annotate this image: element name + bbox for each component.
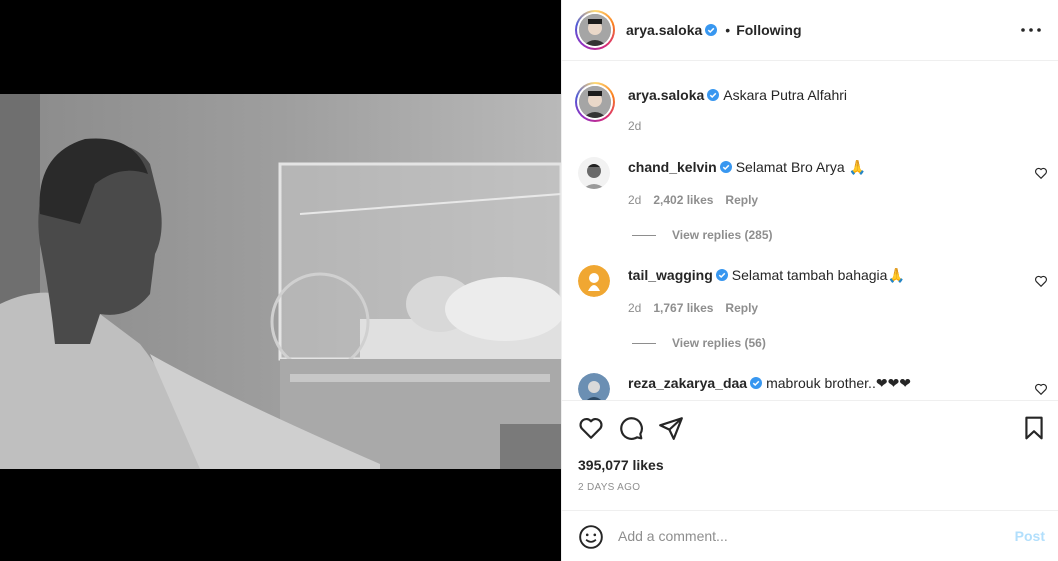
commenter-username[interactable]: chand_kelvin: [628, 159, 717, 175]
comment-input[interactable]: [618, 525, 988, 547]
comment-like-icon[interactable]: [1034, 382, 1048, 396]
heart-icon[interactable]: [578, 415, 604, 441]
comment-item: tail_wagging Selamat tambah bahagia🙏 2d 1,…: [578, 265, 1048, 355]
emoji-icon[interactable]: [578, 524, 604, 550]
commenter-username[interactable]: tail_wagging: [628, 267, 713, 283]
comment-likes[interactable]: 1,767 likes: [653, 301, 713, 315]
comment-like-icon[interactable]: [1034, 166, 1048, 180]
caption: arya.saloka Askara Putra Alfahri 2d: [575, 82, 1048, 142]
reply-button[interactable]: Reply: [725, 193, 758, 207]
share-icon[interactable]: [658, 415, 684, 441]
verified-badge-icon: [750, 377, 763, 389]
post-actions: 395,077 likes 2 DAYS AGO: [562, 400, 1058, 510]
comment-age: 2d: [628, 193, 642, 207]
like-count[interactable]: 395,077 likes: [578, 457, 664, 473]
commenter-avatar[interactable]: [578, 373, 610, 400]
post-header: arya.saloka • Following: [562, 0, 1058, 61]
comment-like-icon[interactable]: [1034, 274, 1048, 288]
commenter-username[interactable]: reza_zakarya_daa: [628, 375, 747, 391]
comment-text: mabrouk brother..❤❤❤: [766, 375, 912, 391]
author-avatar[interactable]: [575, 10, 615, 50]
post-photo: [0, 94, 561, 469]
post-media[interactable]: [0, 0, 561, 561]
comment-text: Selamat tambah bahagia🙏: [731, 267, 905, 283]
bookmark-icon[interactable]: [1021, 415, 1047, 441]
comment-icon[interactable]: [618, 415, 644, 441]
comment-item: reza_zakarya_daa mabrouk brother..❤❤❤: [578, 373, 1048, 400]
verified-badge-icon: [719, 161, 732, 173]
reply-button[interactable]: Reply: [725, 301, 758, 315]
header-info: arya.saloka • Following: [626, 22, 802, 38]
author-username[interactable]: arya.saloka: [626, 22, 702, 38]
comment-composer: Post: [562, 510, 1058, 561]
post-detail-panel: arya.saloka • Following arya.saloka Askara …: [561, 0, 1058, 561]
caption-text: Askara Putra Alfahri: [723, 87, 848, 103]
comment-item: chand_kelvin Selamat Bro Arya 🙏 2d 2,402 l…: [578, 157, 1048, 247]
commenter-avatar[interactable]: [578, 157, 610, 189]
view-replies-label: View replies (56): [672, 336, 766, 350]
post-date: 2 DAYS AGO: [578, 482, 641, 493]
view-replies-button[interactable]: View replies (56): [632, 336, 766, 350]
comment-age: 2d: [628, 301, 642, 315]
view-replies-label: View replies (285): [672, 228, 773, 242]
caption-author-avatar[interactable]: [575, 82, 615, 122]
caption-age: 2d: [628, 119, 642, 133]
caption-username[interactable]: arya.saloka: [628, 87, 704, 103]
verified-badge-icon: [707, 89, 720, 101]
commenter-avatar[interactable]: [578, 265, 610, 297]
comments-list[interactable]: arya.saloka Askara Putra Alfahri 2d chand…: [562, 62, 1058, 400]
more-options-icon[interactable]: [1019, 22, 1043, 38]
comment-text: Selamat Bro Arya 🙏: [735, 159, 866, 175]
follow-separator: •: [725, 22, 731, 38]
verified-badge-icon: [715, 269, 728, 281]
post-comment-button[interactable]: Post: [1015, 528, 1045, 544]
verified-badge-icon: [705, 24, 718, 36]
following-button[interactable]: Following: [736, 22, 801, 38]
view-replies-button[interactable]: View replies (285): [632, 228, 773, 242]
comment-likes[interactable]: 2,402 likes: [653, 193, 713, 207]
